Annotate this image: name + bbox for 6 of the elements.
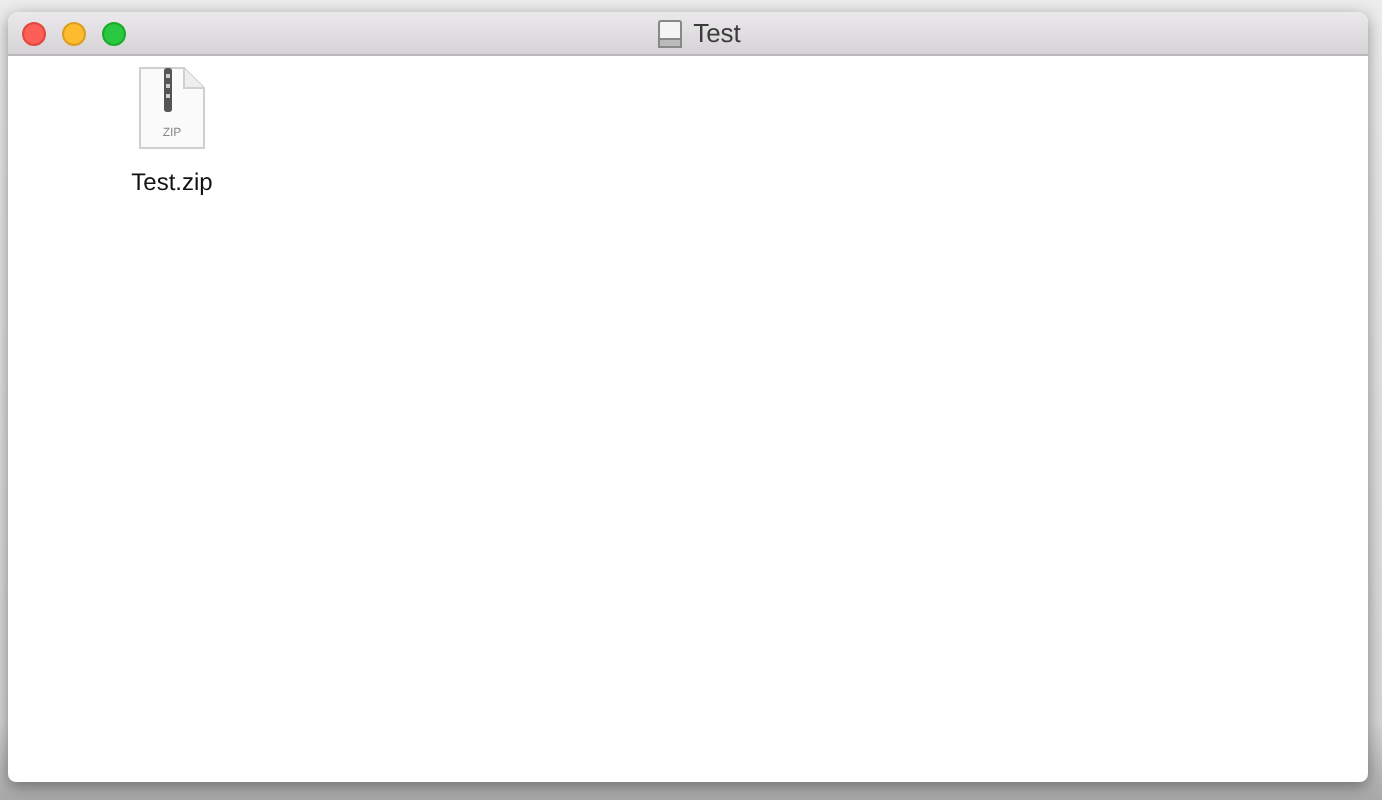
file-name[interactable]: Test.zip (131, 168, 213, 196)
close-button[interactable] (22, 21, 46, 45)
window-title: Test (693, 18, 741, 48)
minimize-button[interactable] (62, 21, 86, 45)
maximize-button[interactable] (102, 21, 126, 45)
drive-icon (655, 19, 684, 47)
